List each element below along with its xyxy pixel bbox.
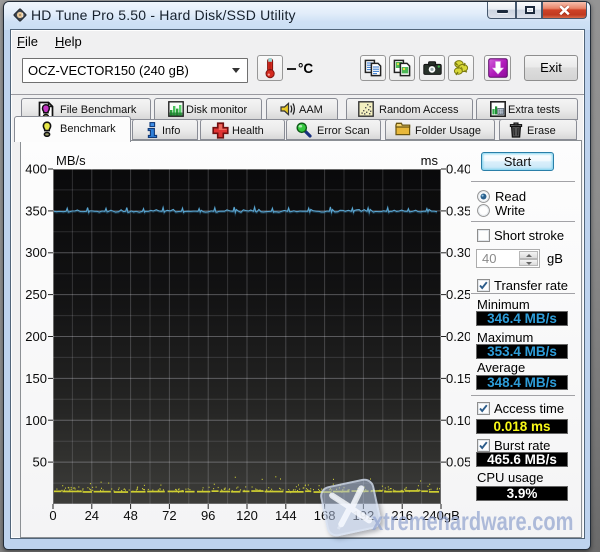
svg-text:0.20: 0.20 [446,329,470,344]
svg-text:0.10: 0.10 [446,413,470,428]
svg-text:0.25: 0.25 [446,287,470,302]
svg-text:0.05: 0.05 [446,455,470,470]
svg-text:ms: ms [421,153,439,168]
svg-text:48: 48 [123,508,137,523]
svg-text:0.35: 0.35 [446,203,470,218]
svg-text:24: 24 [85,508,99,523]
svg-text:50: 50 [33,455,47,470]
svg-text:72: 72 [162,508,176,523]
svg-text:150: 150 [25,371,47,386]
svg-text:0.40: 0.40 [446,162,470,177]
svg-text:96: 96 [201,508,215,523]
svg-text:0: 0 [49,508,56,523]
svg-text:300: 300 [25,245,47,260]
svg-text:MB/s: MB/s [56,153,86,168]
svg-text:144: 144 [275,508,297,523]
svg-text:120: 120 [236,508,258,523]
svg-text:100: 100 [25,413,47,428]
svg-text:0.30: 0.30 [446,245,470,260]
svg-text:350: 350 [25,203,47,218]
svg-text:400: 400 [25,162,47,177]
svg-text:200: 200 [25,329,47,344]
svg-text:250: 250 [25,287,47,302]
svg-text:0.15: 0.15 [446,371,470,386]
